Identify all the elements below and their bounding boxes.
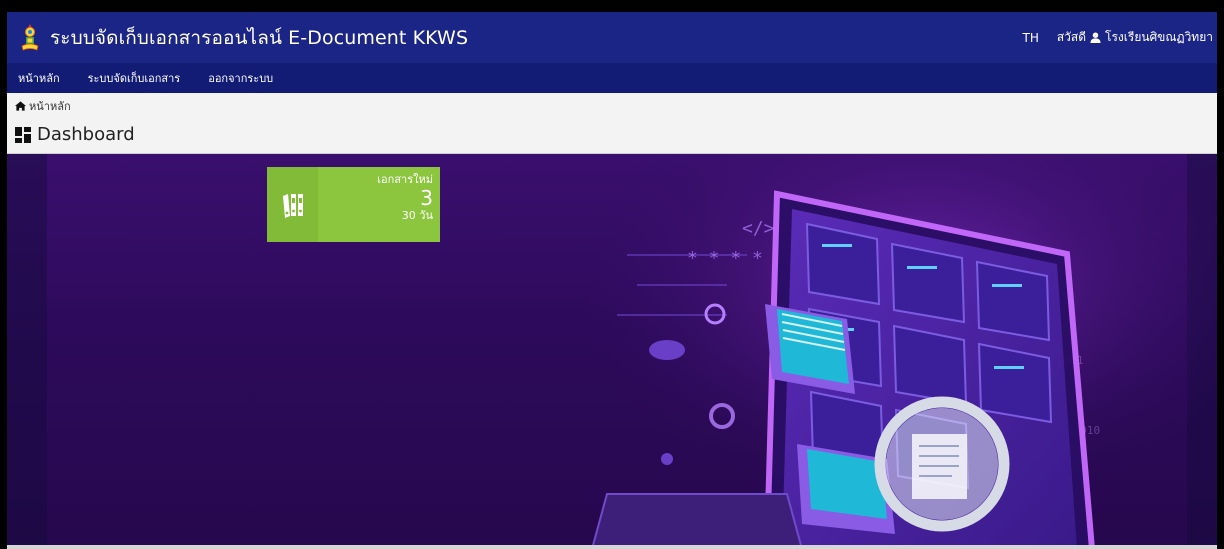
nav-logout[interactable]: ออกจากระบบ bbox=[194, 69, 287, 87]
browser-frame: ระบบจัดเก็บเอกสารออนไลน์ E-Document KKWS… bbox=[7, 12, 1217, 549]
brand[interactable]: ระบบจัดเก็บเอกสารออนไลน์ E-Document KKWS bbox=[7, 23, 468, 53]
page-header: หน้าหลัก Dashboard bbox=[7, 93, 1217, 154]
tile-label: เอกสารใหม่ bbox=[377, 173, 433, 186]
tile-body: เอกสารใหม่ 3 30 วัน bbox=[318, 167, 440, 242]
svg-text:* * * *: * * * * bbox=[687, 248, 763, 269]
page-title-row: Dashboard bbox=[15, 124, 135, 145]
username[interactable]: โรงเรียนศิขณฏวิทยา bbox=[1105, 28, 1213, 47]
breadcrumb[interactable]: หน้าหลัก bbox=[15, 97, 71, 115]
new-documents-tile[interactable]: เอกสารใหม่ 3 30 วัน bbox=[267, 167, 440, 242]
bottom-bar bbox=[7, 545, 1217, 549]
user-icon bbox=[1090, 32, 1101, 43]
school-logo-icon bbox=[21, 23, 39, 51]
nav-home[interactable]: หน้าหลัก bbox=[7, 69, 74, 87]
dashboard-icon bbox=[15, 126, 31, 143]
tile-subtitle: 30 วัน bbox=[401, 209, 433, 222]
document-storage-illustration: 0101 10110 0110 1001 0101 11010 bbox=[567, 154, 1217, 549]
binders-icon bbox=[282, 193, 303, 218]
top-bar: ระบบจัดเก็บเอกสารออนไลน์ E-Document KKWS… bbox=[7, 12, 1217, 63]
nav-bar: หน้าหลัก ระบบจัดเก็บเอกสาร ออกจากระบบ bbox=[7, 63, 1217, 93]
page-title: Dashboard bbox=[37, 124, 135, 145]
svg-text:</>: </> bbox=[742, 218, 775, 239]
dashboard-content: 0101 10110 0110 1001 0101 11010 bbox=[7, 154, 1217, 549]
tile-icon-box bbox=[267, 167, 318, 242]
nav-document-system[interactable]: ระบบจัดเก็บเอกสาร bbox=[74, 69, 195, 87]
tile-count: 3 bbox=[420, 186, 433, 210]
app-title: ระบบจัดเก็บเอกสารออนไลน์ E-Document KKWS bbox=[50, 26, 469, 49]
breadcrumb-home[interactable]: หน้าหลัก bbox=[29, 97, 71, 115]
home-icon bbox=[15, 101, 26, 111]
user-area: TH สวัสดี โรงเรียนศิขณฏวิทยา bbox=[1022, 28, 1217, 47]
language-switch[interactable]: TH bbox=[1022, 31, 1038, 45]
greeting: สวัสดี bbox=[1056, 30, 1087, 44]
